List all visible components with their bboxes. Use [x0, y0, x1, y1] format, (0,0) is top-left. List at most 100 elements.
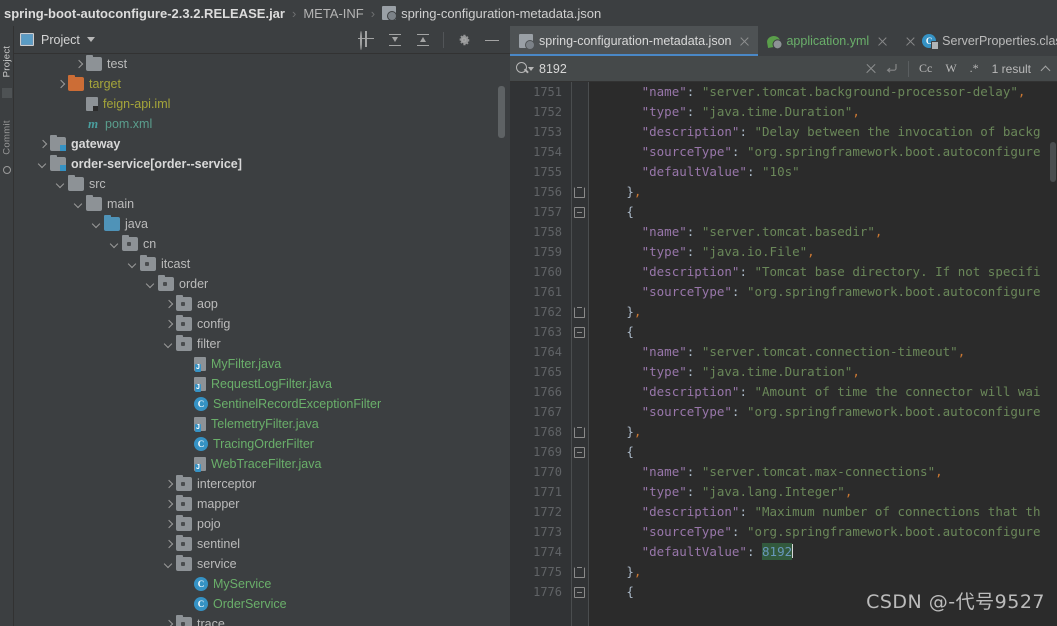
editor-tab-spring-configuration-metadata-json[interactable]: spring-configuration-metadata.json [510, 26, 759, 56]
code-line[interactable]: 1758 "name": "server.tomcat.basedir", [510, 222, 1057, 242]
fold-collapse-icon[interactable] [574, 187, 585, 198]
project-panel-title[interactable]: Project [41, 33, 80, 47]
fold-expand-icon[interactable] [574, 587, 585, 598]
tree-item-main[interactable]: main [14, 194, 510, 214]
tree-item-itcast[interactable]: itcast [14, 254, 510, 274]
project-tree[interactable]: test target feign-api.iml m pom.xml gateway or… [14, 54, 510, 626]
find-previous-icon[interactable] [1039, 63, 1051, 75]
locate-icon[interactable] [359, 30, 375, 50]
chevron-down-icon[interactable] [164, 560, 173, 569]
chevron-right-icon[interactable] [164, 480, 173, 489]
tree-item-filter[interactable]: filter [14, 334, 510, 354]
fold-collapse-icon[interactable] [574, 307, 585, 318]
breadcrumb-folder[interactable]: META-INF [303, 6, 363, 21]
expand-all-icon[interactable] [387, 32, 403, 48]
clear-icon[interactable] [865, 63, 877, 75]
code-line[interactable]: 1753 "description": "Delay between the in… [510, 122, 1057, 142]
tree-item-trace[interactable]: trace [14, 614, 510, 626]
regex-toggle[interactable]: .* [970, 61, 979, 76]
tree-item-cn[interactable]: cn [14, 234, 510, 254]
tree-item-order-service[interactable]: order-service [order--service] [14, 154, 510, 174]
search-input[interactable] [539, 61, 857, 76]
tree-item-telemetryfilter-java[interactable]: TelemetryFilter.java [14, 414, 510, 434]
tree-item-target[interactable]: target [14, 74, 510, 94]
code-line[interactable]: 1766 "description": "Amount of time the c… [510, 382, 1057, 402]
chevron-right-icon[interactable] [74, 60, 83, 69]
fold-collapse-icon[interactable] [574, 567, 585, 578]
code-line[interactable]: 1771 "type": "java.lang.Integer", [510, 482, 1057, 502]
tree-item-interceptor[interactable]: interceptor [14, 474, 510, 494]
wrap-search-icon[interactable] [885, 63, 899, 75]
fold-expand-icon[interactable] [574, 327, 585, 338]
tree-item-tracingorderfilter[interactable]: C TracingOrderFilter [14, 434, 510, 454]
code-line[interactable]: 1775}, [510, 562, 1057, 582]
tree-item-sentinel[interactable]: sentinel [14, 534, 510, 554]
code-line[interactable]: 1772 "description": "Maximum number of co… [510, 502, 1057, 522]
tree-item-gateway[interactable]: gateway [14, 134, 510, 154]
chevron-down-icon[interactable] [110, 240, 119, 249]
code-line[interactable]: 1760 "description": "Tomcat base director… [510, 262, 1057, 282]
chevron-down-icon[interactable] [86, 37, 95, 42]
code-line[interactable]: 1770 "name": "server.tomcat.max-connectio… [510, 462, 1057, 482]
chevron-right-icon[interactable] [164, 540, 173, 549]
tree-item-config[interactable]: config [14, 314, 510, 334]
chevron-right-icon[interactable] [164, 300, 173, 309]
code-line[interactable]: 1762}, [510, 302, 1057, 322]
project-tree-scrollbar[interactable] [498, 86, 505, 138]
chevron-down-icon[interactable] [74, 200, 83, 209]
tree-item-pom-xml[interactable]: m pom.xml [14, 114, 510, 134]
tree-item-order[interactable]: order [14, 274, 510, 294]
chevron-down-icon[interactable] [56, 180, 65, 189]
code-line[interactable]: 1767 "sourceType": "org.springframework.b… [510, 402, 1057, 422]
tree-item-service[interactable]: service [14, 554, 510, 574]
chevron-right-icon[interactable] [56, 80, 65, 89]
minimize-icon[interactable] [485, 33, 499, 47]
code-line[interactable]: 1756}, [510, 182, 1057, 202]
tree-item-orderservice[interactable]: C OrderService [14, 594, 510, 614]
code-line[interactable]: 1752 "type": "java.time.Duration", [510, 102, 1057, 122]
close-icon[interactable] [739, 36, 750, 47]
chevron-down-icon[interactable] [92, 220, 101, 229]
code-line[interactable]: 1761 "sourceType": "org.springframework.b… [510, 282, 1057, 302]
search-icon[interactable] [516, 61, 534, 76]
chevron-down-icon[interactable] [146, 280, 155, 289]
code-line[interactable]: 1765 "type": "java.time.Duration", [510, 362, 1057, 382]
breadcrumb-file[interactable]: spring-configuration-metadata.json [401, 6, 601, 21]
tree-item-requestlogfilter-java[interactable]: RequestLogFilter.java [14, 374, 510, 394]
chevron-right-icon[interactable] [164, 500, 173, 509]
chevron-right-icon[interactable] [164, 320, 173, 329]
fold-expand-icon[interactable] [574, 207, 585, 218]
editor-tab-application-yml[interactable]: application.yml [758, 26, 896, 56]
tool-window-button-project[interactable]: Project [2, 42, 13, 82]
code-line[interactable]: 1769 { [510, 442, 1057, 462]
chevron-down-icon[interactable] [164, 340, 173, 349]
chevron-right-icon[interactable] [164, 520, 173, 529]
tree-item-webtracefilter-java[interactable]: WebTraceFilter.java [14, 454, 510, 474]
tree-item-sentinelrecordexceptionfilter[interactable]: C SentinelRecordExceptionFilter [14, 394, 510, 414]
code-line[interactable]: 1764 "name": "server.tomcat.connection-ti… [510, 342, 1057, 362]
code-line[interactable]: 1768}, [510, 422, 1057, 442]
code-line[interactable]: 1774 "defaultValue": 8192 [510, 542, 1057, 562]
tree-item-test[interactable]: test [14, 54, 510, 74]
code-line[interactable]: 1751 "name": "server.tomcat.background-pr… [510, 82, 1057, 102]
tree-item-pojo[interactable]: pojo [14, 514, 510, 534]
tree-item-mapper[interactable]: mapper [14, 494, 510, 514]
close-icon[interactable] [877, 36, 888, 47]
code-line[interactable]: 1754 "sourceType": "org.springframework.b… [510, 142, 1057, 162]
breadcrumb-jar[interactable]: spring-boot-autoconfigure-2.3.2.RELEASE.… [4, 6, 285, 21]
fold-expand-icon[interactable] [574, 447, 585, 458]
tree-item-aop[interactable]: aop [14, 294, 510, 314]
code-editor[interactable]: 1751 "name": "server.tomcat.background-pr… [510, 82, 1057, 626]
match-case-toggle[interactable]: Cc [919, 61, 932, 76]
tree-item-src[interactable]: src [14, 174, 510, 194]
editor-tab-serverproperties-class[interactable]: C ServerProperties.class [896, 26, 1057, 56]
close-icon[interactable] [905, 36, 916, 47]
chevron-right-icon[interactable] [164, 620, 173, 626]
code-line[interactable]: 1757 { [510, 202, 1057, 222]
chevron-down-icon[interactable] [38, 160, 47, 169]
code-line[interactable]: 1755 "defaultValue": "10s" [510, 162, 1057, 182]
code-line[interactable]: 1763 { [510, 322, 1057, 342]
code-lines[interactable]: 1751 "name": "server.tomcat.background-pr… [510, 82, 1057, 602]
collapse-all-icon[interactable] [415, 32, 431, 48]
chevron-right-icon[interactable] [38, 140, 47, 149]
